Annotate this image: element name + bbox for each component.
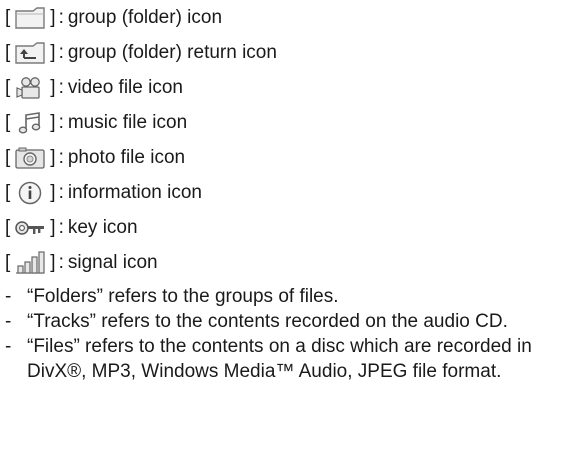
close-bracket: ] bbox=[50, 252, 56, 273]
open-bracket: [ bbox=[5, 252, 11, 273]
note-item: - “Tracks” refers to the contents record… bbox=[5, 309, 567, 334]
note-bullet: - bbox=[5, 286, 12, 307]
legend-row-key: [ ] : key icon bbox=[5, 214, 138, 242]
separator: : bbox=[58, 42, 64, 63]
legend-row-signal: [ ] : signal icon bbox=[5, 249, 158, 277]
note-item: - “Files” refers to the contents on a di… bbox=[5, 334, 567, 384]
legend-description: information icon bbox=[67, 182, 202, 203]
legend-row-information: [ ] : information icon bbox=[5, 179, 202, 207]
note-item: - “Folders” refers to the groups of file… bbox=[5, 284, 567, 309]
legend-description: group (folder) return icon bbox=[67, 42, 277, 63]
legend-description: group (folder) icon bbox=[67, 7, 223, 28]
open-bracket: [ bbox=[5, 77, 11, 98]
open-bracket: [ bbox=[5, 7, 11, 28]
open-bracket: [ bbox=[5, 42, 11, 63]
close-bracket: ] bbox=[50, 217, 56, 238]
note-bullet: - bbox=[5, 311, 12, 332]
notes-list: - “Folders” refers to the groups of file… bbox=[5, 284, 567, 384]
separator: : bbox=[58, 182, 64, 203]
folder-icon bbox=[13, 5, 47, 31]
music-file-icon bbox=[13, 110, 47, 136]
information-icon bbox=[13, 180, 47, 206]
close-bracket: ] bbox=[50, 147, 56, 168]
legend-row-photo: [ ] : photo file icon bbox=[5, 144, 185, 172]
legend-description: video file icon bbox=[67, 77, 183, 98]
close-bracket: ] bbox=[50, 182, 56, 203]
close-bracket: ] bbox=[50, 7, 56, 28]
icon-legend-page: [ ] : group (folder) icon [ ] : group (f… bbox=[0, 0, 573, 470]
open-bracket: [ bbox=[5, 147, 11, 168]
note-text: “Tracks” refers to the contents recorded… bbox=[27, 311, 508, 332]
close-bracket: ] bbox=[50, 112, 56, 133]
photo-file-icon bbox=[13, 145, 47, 171]
separator: : bbox=[58, 112, 64, 133]
open-bracket: [ bbox=[5, 217, 11, 238]
separator: : bbox=[58, 147, 64, 168]
open-bracket: [ bbox=[5, 182, 11, 203]
open-bracket: [ bbox=[5, 112, 11, 133]
close-bracket: ] bbox=[50, 42, 56, 63]
separator: : bbox=[58, 252, 64, 273]
note-text: “Files” refers to the contents on a disc… bbox=[27, 336, 532, 382]
legend-description: photo file icon bbox=[67, 147, 186, 168]
legend-row-video: [ ] : video file icon bbox=[5, 74, 183, 102]
note-bullet: - bbox=[5, 336, 12, 357]
signal-icon bbox=[13, 250, 47, 276]
note-text: “Folders” refers to the groups of files. bbox=[27, 286, 339, 307]
separator: : bbox=[58, 217, 64, 238]
close-bracket: ] bbox=[50, 77, 56, 98]
legend-row-folder-return: [ ] : group (folder) return icon bbox=[5, 39, 277, 67]
legend-description: music file icon bbox=[67, 112, 188, 133]
folder-return-icon bbox=[13, 40, 47, 66]
legend-row-music: [ ] : music file icon bbox=[5, 109, 187, 137]
separator: : bbox=[58, 7, 64, 28]
key-icon bbox=[13, 215, 47, 241]
legend-description: key icon bbox=[67, 217, 138, 238]
legend-row-folder: [ ] : group (folder) icon bbox=[5, 4, 222, 32]
video-file-icon bbox=[13, 75, 47, 101]
legend-description: signal icon bbox=[67, 252, 158, 273]
separator: : bbox=[58, 77, 64, 98]
